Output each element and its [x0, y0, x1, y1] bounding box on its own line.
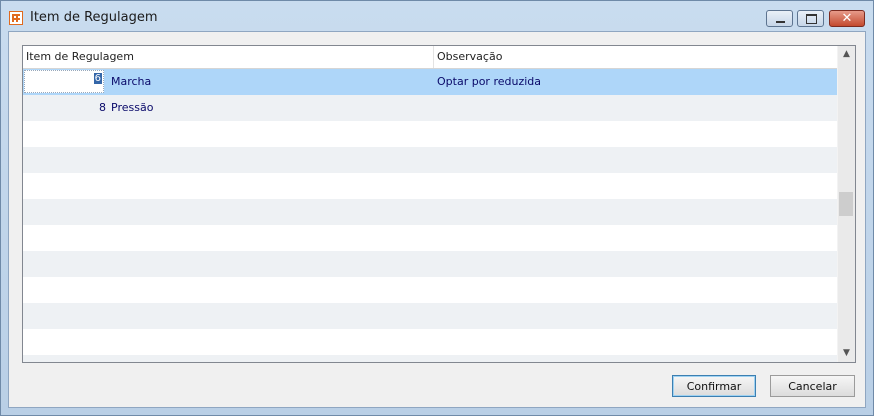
- minimize-icon: [776, 21, 785, 23]
- item-number-cell: 8: [99, 101, 106, 114]
- cancel-button[interactable]: Cancelar: [770, 375, 855, 397]
- empty-row: [23, 173, 837, 199]
- title-bar[interactable]: Item de Regulagem ✕: [1, 1, 873, 31]
- item-number-value: 6: [93, 73, 102, 84]
- vertical-scrollbar[interactable]: ▲ ▼: [837, 46, 855, 362]
- scroll-up-icon[interactable]: ▲: [838, 46, 855, 63]
- scroll-down-icon[interactable]: ▼: [838, 345, 855, 362]
- item-name-cell: Marcha: [111, 75, 152, 88]
- table-row[interactable]: 6 Marcha Optar por reduzida: [23, 69, 837, 95]
- grid-header: Item de Regulagem Observação: [23, 46, 839, 69]
- scroll-thumb[interactable]: [839, 192, 853, 216]
- app-window: Item de Regulagem ✕ Item de Regulagem Ob…: [0, 0, 874, 416]
- table-row[interactable]: 8 Pressão: [23, 95, 837, 121]
- empty-row: [23, 147, 837, 173]
- empty-row: [23, 303, 837, 329]
- confirm-button[interactable]: Confirmar: [672, 375, 756, 397]
- minimize-button[interactable]: [766, 10, 793, 27]
- empty-row: [23, 251, 837, 277]
- empty-row: [23, 329, 837, 355]
- column-header-item[interactable]: Item de Regulagem: [23, 46, 434, 68]
- empty-row: [23, 355, 837, 362]
- empty-row: [23, 121, 837, 147]
- close-icon: ✕: [841, 11, 853, 26]
- app-logo-icon: [9, 11, 23, 25]
- maximize-icon: [806, 14, 817, 24]
- close-button[interactable]: ✕: [829, 10, 865, 27]
- data-grid[interactable]: Item de Regulagem Observação 6 Marcha Op…: [22, 45, 856, 363]
- maximize-button[interactable]: [797, 10, 824, 27]
- empty-row: [23, 199, 837, 225]
- empty-row: [23, 225, 837, 251]
- column-header-observacao[interactable]: Observação: [434, 46, 839, 68]
- grid-rows: 6 Marcha Optar por reduzida 8 Pressão: [23, 69, 837, 362]
- observacao-cell: Optar por reduzida: [437, 75, 542, 88]
- window-title: Item de Regulagem: [30, 10, 158, 25]
- item-name-cell: Pressão: [111, 101, 154, 114]
- dialog-body: Item de Regulagem Observação 6 Marcha Op…: [8, 31, 866, 408]
- item-number-editor[interactable]: 6: [24, 70, 104, 93]
- empty-row: [23, 277, 837, 303]
